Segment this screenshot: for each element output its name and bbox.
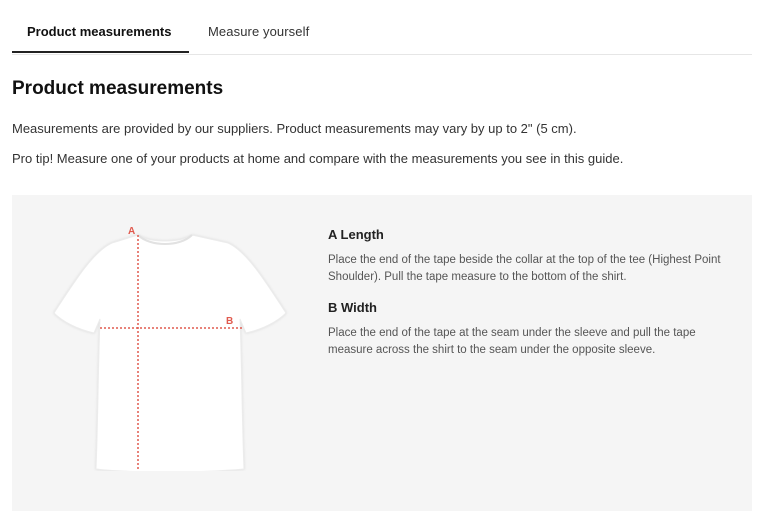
pro-tip: Pro tip! Measure one of your products at… — [12, 151, 624, 166]
label-a: A — [128, 226, 135, 237]
tab-measure-yourself[interactable]: Measure yourself — [208, 24, 309, 39]
page-title: Product measurements — [12, 78, 224, 99]
measurement-instructions: A Length Place the end of the tape besid… — [328, 227, 728, 359]
tshirt-shape — [53, 234, 287, 471]
active-tab-indicator — [12, 51, 189, 53]
tab-bar: Product measurements Measure yourself — [12, 0, 752, 55]
measure-desc-width: Place the end of the tape at the seam un… — [328, 327, 696, 356]
tab-product-measurements[interactable]: Product measurements — [27, 24, 172, 39]
measure-desc-length: Place the end of the tape beside the col… — [328, 254, 721, 283]
measurement-guide-panel: A B A Length Place the end of the tape b… — [12, 195, 752, 511]
supplier-note: Measurements are provided by our supplie… — [12, 121, 577, 136]
label-b: B — [226, 316, 233, 327]
tshirt-diagram: A B — [53, 226, 287, 471]
measure-heading-length: A Length — [328, 227, 384, 242]
measure-heading-width: B Width — [328, 300, 377, 315]
